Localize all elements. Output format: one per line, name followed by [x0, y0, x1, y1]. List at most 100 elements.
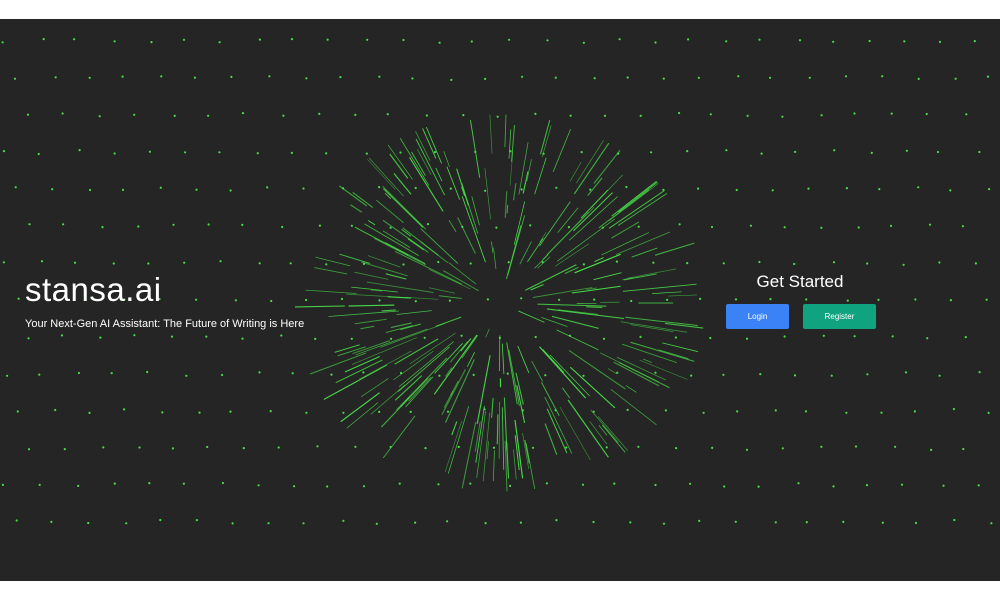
grid-dot	[198, 411, 201, 414]
grid-dot	[193, 76, 196, 79]
burst-streak	[493, 247, 497, 270]
grid-dot	[866, 262, 869, 265]
grid-dot	[195, 188, 198, 191]
grid-dot	[398, 482, 401, 485]
grid-dot	[582, 374, 585, 377]
grid-dot	[207, 223, 210, 226]
grid-dot	[697, 76, 700, 79]
grid-dot	[171, 447, 174, 450]
grid-dot	[805, 521, 808, 524]
grid-dot	[630, 299, 633, 303]
grid-dot	[206, 445, 209, 449]
grid-dot	[438, 41, 441, 44]
burst-streak	[617, 181, 658, 213]
login-button[interactable]: Login	[726, 304, 789, 329]
grid-dot	[229, 189, 232, 192]
grid-dot	[15, 519, 18, 522]
grid-dot	[758, 260, 761, 264]
burst-streak	[610, 388, 657, 426]
grid-dot	[798, 39, 802, 42]
grid-dot	[820, 114, 823, 117]
grid-dot	[664, 409, 668, 412]
grid-dot	[98, 115, 101, 118]
grid-dot	[99, 336, 102, 339]
burst-streak	[384, 192, 392, 200]
burst-streak	[492, 450, 495, 482]
grid-dot	[38, 483, 41, 486]
grid-dot	[17, 297, 20, 300]
burst-streak	[489, 114, 493, 154]
grid-dot	[508, 38, 511, 41]
burst-streak	[531, 361, 544, 382]
grid-dot	[905, 149, 909, 152]
burst-streak	[305, 289, 357, 294]
burst-streak	[461, 421, 477, 489]
grid-dot	[402, 38, 405, 42]
grid-dot	[16, 410, 19, 413]
grid-dot	[555, 186, 558, 189]
grid-dot	[844, 75, 848, 78]
grid-dot	[342, 411, 345, 414]
burst-streak	[323, 380, 359, 400]
grid-dot	[880, 411, 883, 414]
burst-streak	[389, 153, 409, 179]
grid-dot	[689, 482, 692, 485]
burst-streak	[668, 294, 698, 297]
burst-streak	[508, 349, 520, 406]
grid-dot	[50, 520, 53, 523]
grid-dot	[266, 186, 269, 189]
burst-streak	[309, 352, 367, 375]
grid-dot	[662, 522, 666, 525]
burst-streak	[501, 343, 505, 375]
grid-dot	[737, 75, 740, 78]
burst-streak	[443, 151, 450, 167]
burst-streak	[593, 272, 622, 281]
grid-dot	[949, 299, 953, 302]
grid-dot	[988, 188, 991, 191]
get-started-heading: Get Started	[756, 272, 844, 291]
grid-dot	[159, 518, 162, 522]
grid-dot	[256, 152, 259, 155]
register-button[interactable]: Register	[803, 304, 876, 329]
burst-streak	[513, 201, 526, 245]
burst-streak	[652, 291, 682, 294]
grid-dot	[469, 262, 472, 265]
burst-streak	[627, 268, 677, 279]
grid-dot	[735, 188, 738, 192]
grid-dot	[378, 186, 381, 189]
grid-dot	[424, 447, 427, 450]
grid-dot	[326, 485, 329, 488]
burst-streak	[367, 158, 396, 190]
grid-dot	[794, 150, 797, 153]
grid-dot	[1, 41, 4, 44]
grid-dot	[686, 150, 689, 153]
grid-dot	[797, 482, 800, 485]
grid-dot	[138, 446, 141, 449]
grid-dot	[949, 189, 952, 192]
grid-dot	[486, 298, 489, 301]
grid-dot	[725, 40, 728, 43]
grid-dot	[102, 446, 105, 449]
grid-dot	[936, 150, 940, 154]
burst-streak	[402, 227, 439, 256]
grid-dot	[318, 224, 321, 227]
burst-streak	[354, 271, 389, 280]
grid-dot	[845, 187, 849, 190]
grid-dot	[409, 410, 412, 413]
burst-streak	[396, 357, 448, 411]
grid-dot	[891, 335, 894, 338]
burst-streak	[544, 423, 558, 455]
burst-streak	[486, 441, 489, 460]
grid-dot	[342, 519, 345, 522]
grid-dot	[2, 261, 5, 264]
grid-dot	[26, 113, 30, 116]
grid-dot	[268, 75, 271, 78]
grid-dot	[195, 519, 198, 522]
burst-streak	[630, 341, 695, 362]
grid-dot	[289, 262, 292, 265]
grid-dot	[484, 77, 487, 80]
grid-dot	[545, 482, 549, 485]
grid-dot	[698, 519, 701, 522]
grid-dot	[218, 151, 221, 154]
burst-streak	[525, 443, 536, 489]
